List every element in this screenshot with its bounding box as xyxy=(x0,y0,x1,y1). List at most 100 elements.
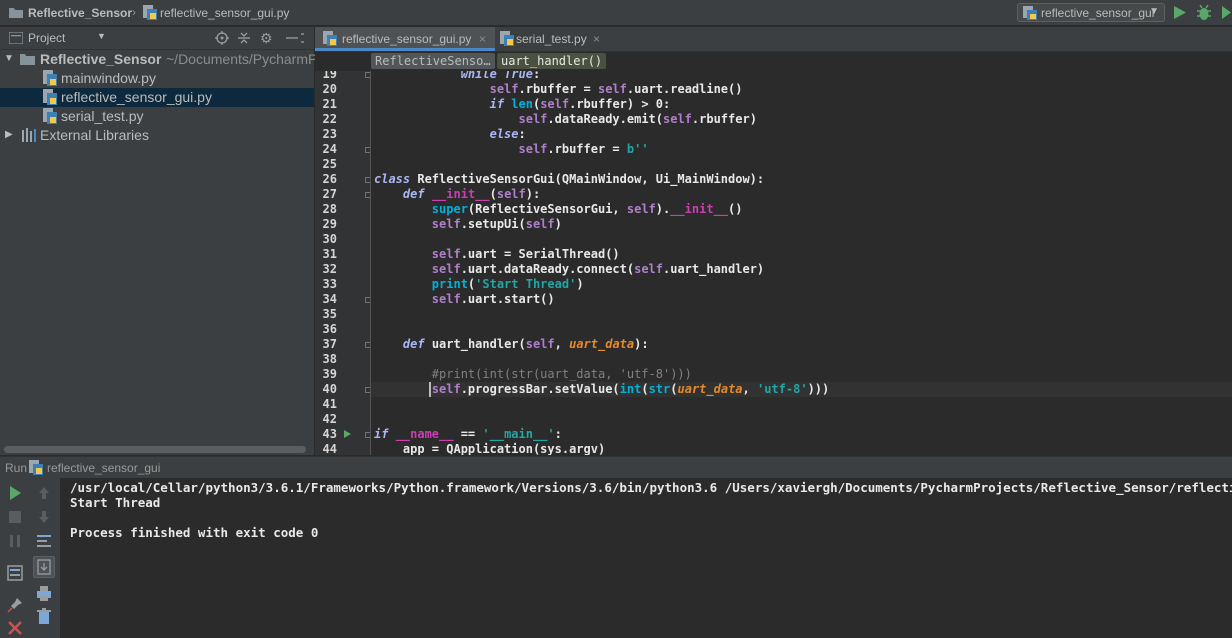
code-line: self.dataReady.emit(self.rbuffer) xyxy=(518,112,757,126)
code-line: app = QApplication(sys.argv) xyxy=(374,442,606,455)
line-number: 38 xyxy=(322,352,337,366)
tree-root-item[interactable]: ▼ Reflective_Sensor ~/Documents/PycharmP xyxy=(0,50,318,69)
line-number: 27 xyxy=(322,187,337,201)
expand-arrow-icon[interactable]: ▼ xyxy=(4,53,14,64)
run-toolbar xyxy=(0,478,60,638)
locate-icon[interactable] xyxy=(215,31,229,45)
tree-external-libraries[interactable]: ▶ External Libraries xyxy=(0,126,314,145)
code-line: self.progressBar.setValue(int(str(uart_d… xyxy=(431,382,830,396)
tree-file-item-selected[interactable]: reflective_sensor_gui.py xyxy=(0,88,314,107)
console-line: /usr/local/Cellar/python3/3.6.1/Framewor… xyxy=(70,480,1232,495)
console-line: Process finished with exit code 0 xyxy=(70,525,319,540)
layout-icon[interactable] xyxy=(5,563,25,583)
run-panel-label: Run xyxy=(5,461,28,475)
line-number: 43 xyxy=(322,427,337,441)
line-number: 35 xyxy=(322,307,337,321)
run-console[interactable]: /usr/local/Cellar/python3/3.6.1/Framewor… xyxy=(60,478,1232,638)
run-config-name: reflective_sensor_gui xyxy=(47,461,161,475)
hide-panel-icon[interactable] xyxy=(285,31,305,45)
code-line: print('Start Thread') xyxy=(431,277,584,291)
project-tree: ▼ Reflective_Sensor ~/Documents/PycharmP… xyxy=(0,50,318,455)
line-number: 34 xyxy=(322,292,337,306)
python-file-icon xyxy=(1023,6,1037,20)
run-configuration-label: reflective_sensor_gui xyxy=(1041,6,1155,20)
run-configuration-select[interactable]: reflective_sensor_gui ▼ xyxy=(1017,3,1165,22)
settings-icon[interactable]: ⚙ xyxy=(260,30,273,47)
external-libraries-label: External Libraries xyxy=(40,127,149,143)
python-file-icon xyxy=(43,70,58,86)
line-number: 22 xyxy=(322,112,337,126)
down-arrow-icon[interactable] xyxy=(34,507,54,527)
project-root-path: ~/Documents/PycharmP xyxy=(166,51,318,67)
code-line: while True: xyxy=(460,71,541,81)
line-number: 31 xyxy=(322,247,337,261)
tab-label: serial_test.py xyxy=(516,32,587,46)
project-folder-icon xyxy=(9,32,23,44)
code-line: if __name__ == '__main__': xyxy=(374,427,562,441)
line-number: 24 xyxy=(322,142,337,156)
line-number: 40 xyxy=(322,382,337,396)
pin-icon[interactable] xyxy=(5,595,25,615)
breadcrumb-file[interactable]: reflective_sensor_gui.py xyxy=(160,6,289,20)
breadcrumb-project[interactable]: Reflective_Sensor xyxy=(28,6,132,20)
code-line: self.rbuffer = b'' xyxy=(518,142,649,156)
file-name: mainwindow.py xyxy=(61,70,156,86)
tree-file-item[interactable]: mainwindow.py xyxy=(0,69,314,88)
line-number: 28 xyxy=(322,202,337,216)
project-panel-header: Project ▼ ⚙ xyxy=(0,27,314,50)
tab-reflective-sensor-gui[interactable]: reflective_sensor_gui.py × xyxy=(315,27,495,51)
rerun-icon[interactable] xyxy=(5,483,25,503)
close-icon[interactable]: × xyxy=(479,32,486,46)
code-line: class ReflectiveSensorGui(QMainWindow, U… xyxy=(374,172,765,186)
run-gutter-icon[interactable] xyxy=(344,430,351,438)
tree-file-item[interactable]: serial_test.py xyxy=(0,107,314,126)
debug-icon[interactable] xyxy=(1196,4,1212,21)
print-icon[interactable] xyxy=(34,584,54,604)
python-file-icon xyxy=(43,108,58,124)
pause-icon[interactable] xyxy=(5,531,25,551)
line-number: 37 xyxy=(322,337,337,351)
project-panel-title[interactable]: Project xyxy=(28,31,65,45)
code-breadcrumbs: ReflectiveSenso… uart_handler() xyxy=(315,52,1232,71)
python-file-icon xyxy=(500,31,514,46)
code-line: self.setupUi(self) xyxy=(431,217,562,231)
folder-icon xyxy=(20,52,35,65)
code-editor[interactable]: while True: self.rbuffer = self.uart.rea… xyxy=(371,71,1232,455)
scroll-to-end-icon[interactable] xyxy=(33,556,55,578)
trash-icon[interactable] xyxy=(34,607,54,627)
file-name: serial_test.py xyxy=(61,108,144,124)
chevron-down-icon[interactable]: ▼ xyxy=(97,31,106,41)
coverage-icon[interactable] xyxy=(1221,5,1232,20)
tab-serial-test[interactable]: serial_test.py × xyxy=(496,27,616,51)
line-number: 29 xyxy=(322,217,337,231)
line-number: 26 xyxy=(322,172,337,186)
python-file-icon xyxy=(43,89,58,105)
expand-arrow-icon[interactable]: ▶ xyxy=(5,129,13,140)
project-root-name: Reflective_Sensor xyxy=(40,51,162,67)
library-icon xyxy=(22,128,38,142)
run-panel-header: Run reflective_sensor_gui xyxy=(0,456,1232,478)
up-arrow-icon[interactable] xyxy=(34,483,54,503)
line-number: 44 xyxy=(322,442,337,455)
code-line: def uart_handler(self, uart_data): xyxy=(402,337,649,351)
console-line: Start Thread xyxy=(70,495,161,510)
soft-wrap-icon[interactable] xyxy=(34,531,54,551)
line-number: 20 xyxy=(322,82,337,96)
python-file-icon xyxy=(323,31,337,46)
breadcrumb-class[interactable]: ReflectiveSenso… xyxy=(371,53,495,69)
chevron-down-icon: ▼ xyxy=(1149,6,1159,17)
run-icon[interactable] xyxy=(1173,5,1187,20)
collapse-all-icon[interactable] xyxy=(237,31,251,45)
close-icon[interactable] xyxy=(5,618,25,638)
stop-icon[interactable] xyxy=(5,507,25,527)
scrollbar-thumb[interactable] xyxy=(4,446,306,453)
editor-gutter: 19 20 21 22 23 24 25 26 27 28 29 30 31 32 33 34 35 36 37 38… xyxy=(315,71,371,455)
line-number: 39 xyxy=(322,367,337,381)
code-line: super(ReflectiveSensorGui, self).__init_… xyxy=(431,202,743,216)
line-number: 23 xyxy=(322,127,337,141)
close-icon[interactable]: × xyxy=(593,32,600,46)
project-horizontal-scrollbar[interactable] xyxy=(0,444,314,455)
code-line: def __init__(self): xyxy=(402,187,541,201)
code-line: if len(self.rbuffer) > 0: xyxy=(489,97,671,111)
breadcrumb-method[interactable]: uart_handler() xyxy=(497,53,607,69)
